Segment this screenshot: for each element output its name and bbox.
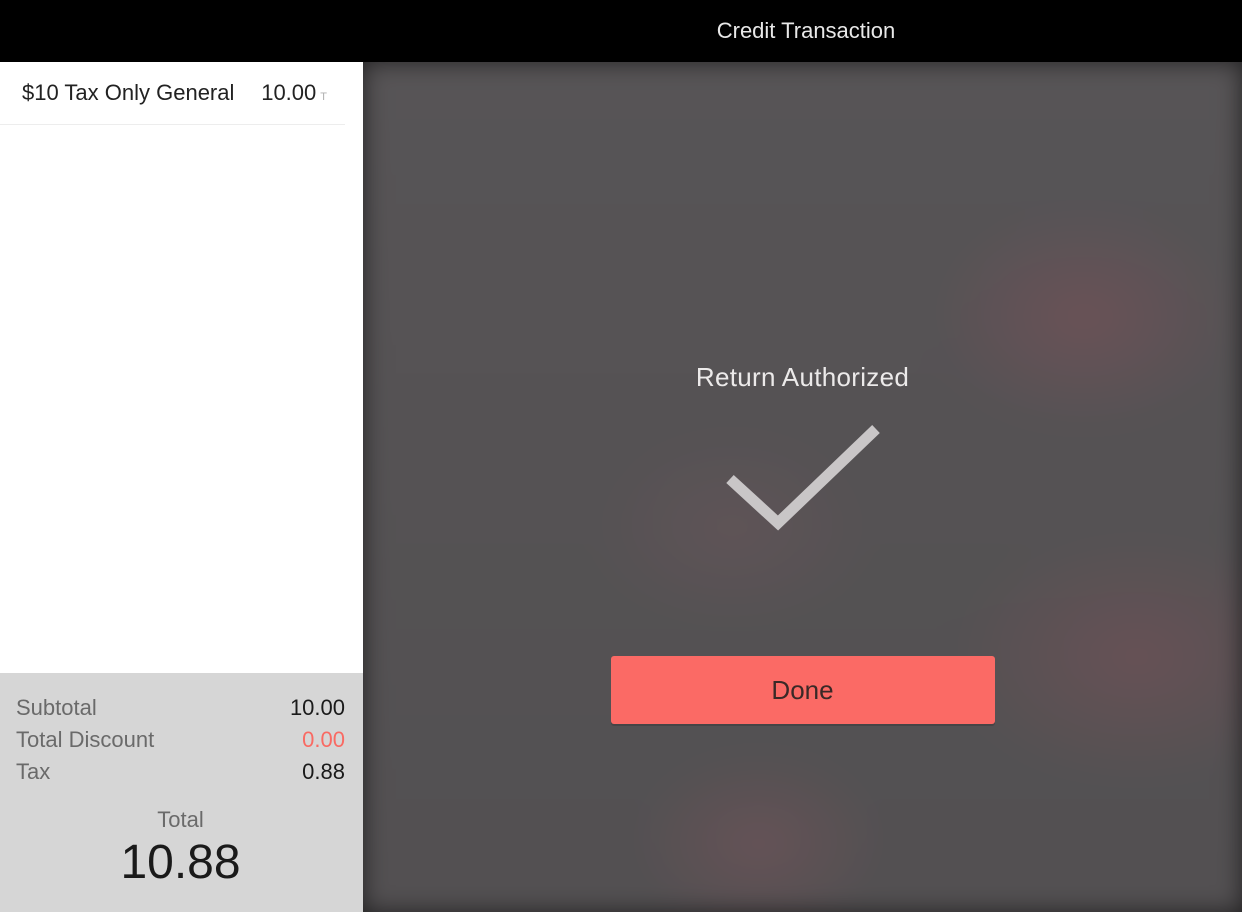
- grand-total-label: Total: [16, 807, 345, 833]
- discount-value: 0.00: [302, 727, 345, 753]
- line-item[interactable]: $10 Tax Only General 10.00 T: [0, 62, 345, 125]
- line-item-price-wrap: 10.00 T: [261, 80, 327, 106]
- main-content: Return Authorized Done: [363, 62, 1242, 912]
- tax-row: Tax 0.88: [16, 759, 345, 785]
- discount-label: Total Discount: [16, 727, 154, 753]
- line-items-list: $10 Tax Only General 10.00 T: [0, 62, 363, 671]
- grand-total-value: 10.88: [16, 835, 345, 890]
- subtotal-row: Subtotal 10.00: [16, 695, 345, 721]
- main-panel: Return Authorized Done: [363, 62, 1242, 912]
- tax-value: 0.88: [302, 759, 345, 785]
- subtotal-label: Subtotal: [16, 695, 97, 721]
- line-item-label: $10 Tax Only General: [22, 80, 234, 106]
- line-item-tax-suffix: T: [320, 91, 327, 103]
- header-bar: Credit Transaction: [0, 0, 1242, 62]
- grand-total: Total 10.88: [16, 807, 345, 890]
- line-item-price: 10.00: [261, 80, 316, 106]
- checkmark-icon: [718, 417, 888, 542]
- totals-panel: Subtotal 10.00 Total Discount 0.00 Tax 0…: [0, 673, 363, 912]
- done-button[interactable]: Done: [611, 656, 995, 724]
- status-text: Return Authorized: [696, 362, 909, 393]
- order-sidebar: $10 Tax Only General 10.00 T Subtotal 10…: [0, 62, 363, 912]
- tax-label: Tax: [16, 759, 50, 785]
- discount-row: Total Discount 0.00: [16, 727, 345, 753]
- header-title: Credit Transaction: [717, 18, 896, 44]
- subtotal-value: 10.00: [290, 695, 345, 721]
